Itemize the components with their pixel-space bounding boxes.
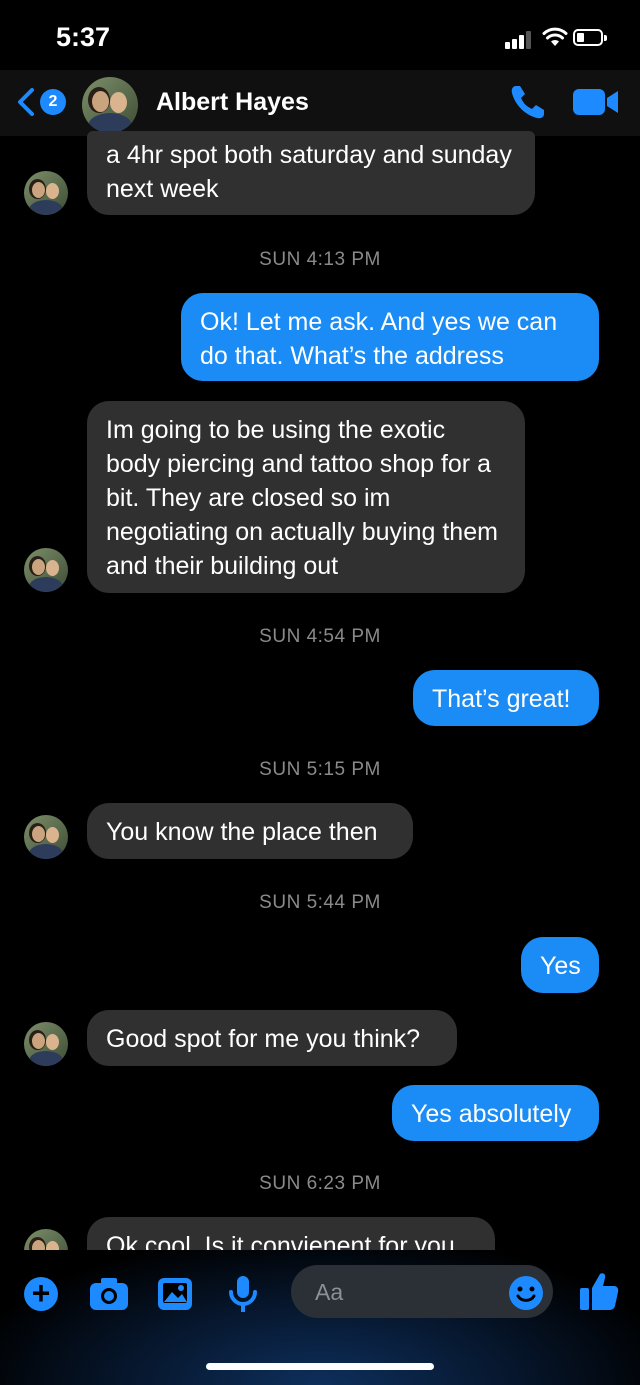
message-incoming[interactable]: a 4hr spot both saturday and sunday next… <box>87 131 535 215</box>
photo-icon[interactable] <box>156 1276 194 1312</box>
timestamp: SUN 6:23 PM <box>259 1173 381 1194</box>
plus-icon[interactable]: + <box>24 1277 58 1311</box>
status-bar: 5:37 <box>0 0 640 70</box>
message-outgoing[interactable]: Ok! Let me ask. And yes we can do that. … <box>181 293 599 381</box>
conversation-header: 2 Albert Hayes <box>0 70 640 136</box>
message-input-placeholder: Aa <box>315 1279 344 1305</box>
message-incoming[interactable]: You know the place then <box>87 803 413 859</box>
message-incoming[interactable]: Good spot for me you think? <box>87 1010 457 1066</box>
timestamp: SUN 4:13 PM <box>259 249 381 270</box>
back-button[interactable]: 2 <box>16 85 70 119</box>
contact-name[interactable]: Albert Hayes <box>156 88 309 117</box>
home-indicator[interactable] <box>206 1363 434 1370</box>
message-outgoing[interactable]: That’s great! <box>413 670 599 726</box>
unread-badge: 2 <box>40 89 66 115</box>
camera-icon[interactable] <box>88 1276 130 1312</box>
avatar[interactable] <box>24 548 68 592</box>
message-incoming[interactable]: Im going to be using the exotic body pie… <box>87 401 525 593</box>
microphone-icon[interactable] <box>226 1274 260 1314</box>
battery-icon <box>573 29 607 46</box>
avatar[interactable] <box>82 77 138 133</box>
message-outgoing[interactable]: Yes absolutely <box>392 1085 599 1141</box>
emoji-icon[interactable] <box>508 1275 544 1311</box>
phone-icon[interactable] <box>508 82 548 122</box>
video-camera-icon[interactable] <box>572 86 620 118</box>
back-chevron-icon <box>18 88 34 116</box>
wifi-icon <box>542 27 568 46</box>
timestamp: SUN 4:54 PM <box>259 626 381 647</box>
avatar[interactable] <box>24 1022 68 1066</box>
avatar[interactable] <box>24 171 68 215</box>
message-outgoing[interactable]: Yes <box>521 937 599 993</box>
message-composer: + Aa <box>0 1250 640 1385</box>
avatar[interactable] <box>24 815 68 859</box>
status-time: 5:37 <box>56 22 111 52</box>
cellular-signal-icon <box>505 29 537 49</box>
timestamp: SUN 5:15 PM <box>259 759 381 780</box>
timestamp: SUN 5:44 PM <box>259 892 381 913</box>
thumbs-up-icon[interactable] <box>578 1270 620 1312</box>
